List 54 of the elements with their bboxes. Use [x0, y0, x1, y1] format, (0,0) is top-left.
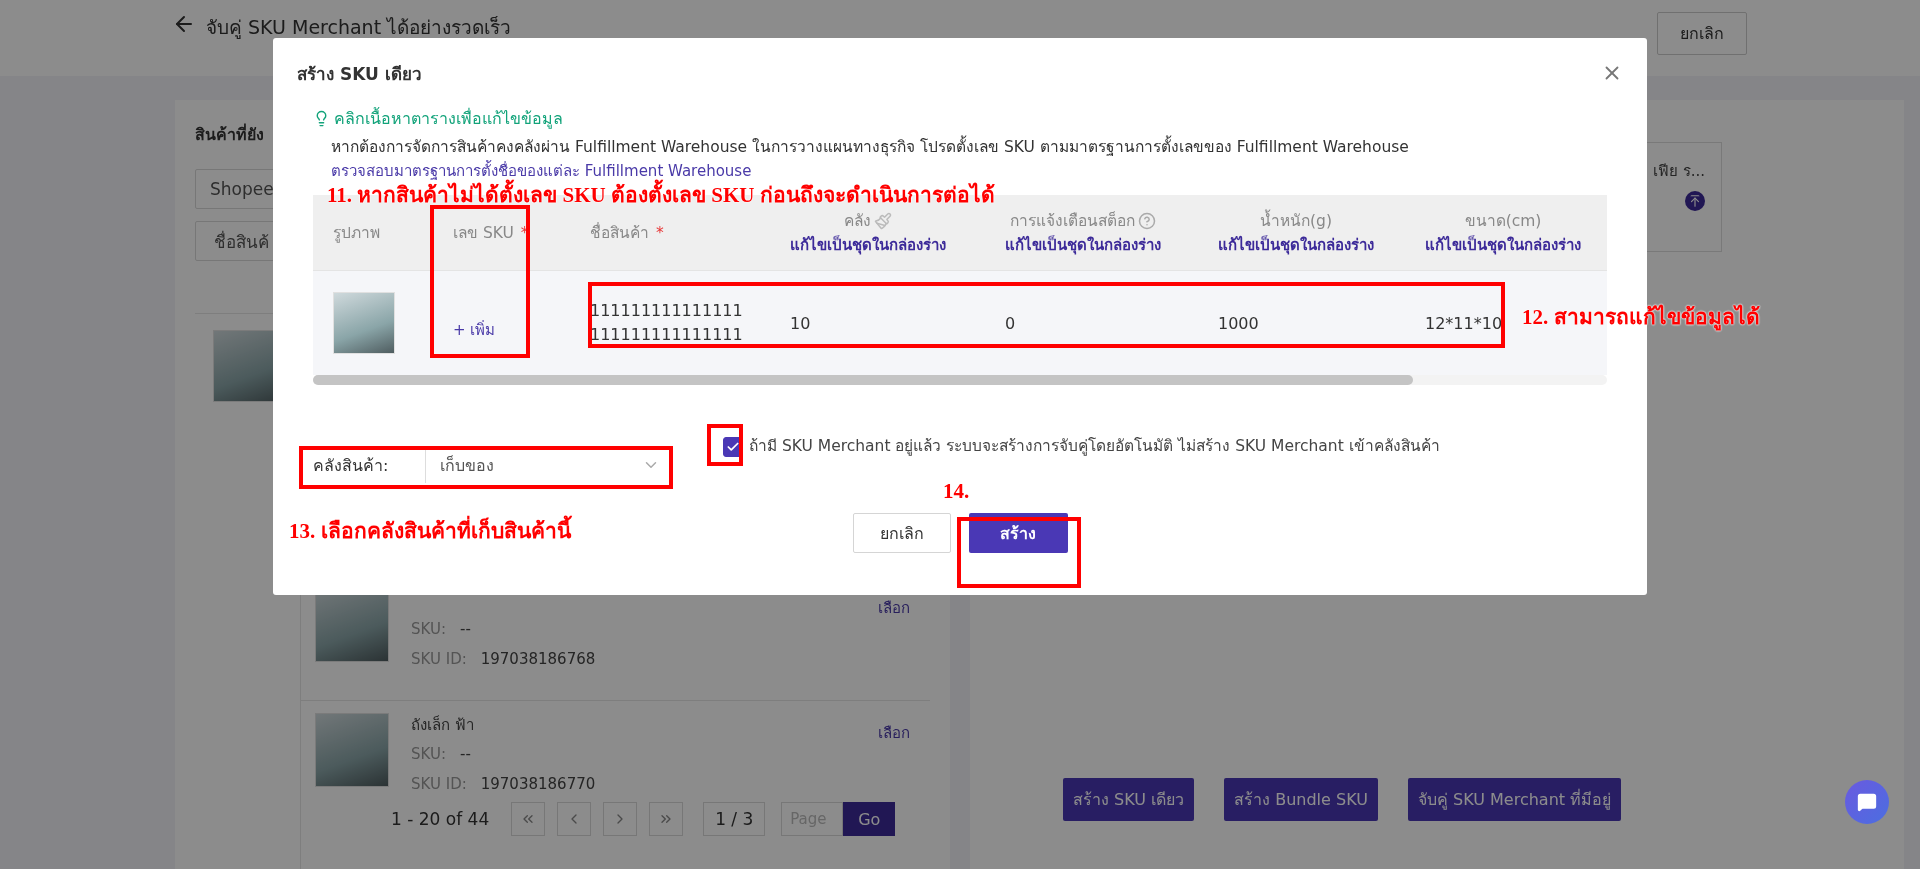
table-cell[interactable]: 0 — [1005, 313, 1016, 333]
table-cell[interactable]: 1000 — [1218, 313, 1259, 333]
photo-placeholder — [333, 292, 395, 354]
page-range: 1 - 20 of 44 — [391, 809, 490, 829]
sku-text: SKU: -- — [411, 620, 472, 638]
first-page-button[interactable] — [511, 802, 546, 836]
column-header: รูปภาพ — [333, 223, 380, 245]
last-page-button[interactable] — [649, 802, 684, 836]
action-button[interactable]: จับคู่ SKU Merchant ที่มีอยู่ — [1407, 778, 1622, 821]
column-header: คลัง — [844, 211, 871, 232]
column-header: น้ำหนัก(g) — [1260, 208, 1332, 233]
batch-edit-link[interactable]: แก้ไขเป็นชุดในกล่องร่าง — [790, 233, 946, 257]
sku-id-text: SKU ID: 197038186770 — [411, 775, 597, 793]
panel-heading: สินค้าที่ยัง — [195, 122, 264, 146]
page-indicator: 1 / 3 — [703, 802, 766, 836]
product-name: ถังเล็ก ฟ้า — [411, 714, 475, 733]
warehouse-label: คลังสินค้า: — [313, 454, 390, 477]
check-icon — [726, 440, 740, 454]
highlight-frame — [707, 424, 743, 466]
prev-page-button[interactable] — [557, 802, 592, 836]
column-header: เลข SKU — [453, 223, 514, 244]
checkbox-label: ถ้ามี SKU Merchant อยู่แล้ว ระบบจะสร้างการจับคู่โดยอัตโนมัติ ไม่สร้าง SKU Merchant เข้าคลังสินค้า — [749, 436, 1440, 458]
sku-id-text: SKU ID: 197038186768 — [411, 650, 597, 668]
select-link[interactable]: เลือก — [878, 596, 910, 620]
batch-edit-link[interactable]: แก้ไขเป็นชุดในกล่องร่าง — [1005, 233, 1161, 257]
cancel-button[interactable]: ยกเลิก — [1657, 12, 1747, 55]
chat-icon — [1857, 792, 1877, 812]
add-sku-link[interactable]: + เพิ่ม — [453, 318, 496, 342]
annotation-text: 14. — [943, 479, 970, 504]
select-link[interactable]: เลือก — [878, 721, 910, 745]
required-mark: * — [656, 223, 664, 242]
table-cell[interactable]: 10 — [790, 313, 811, 333]
upload-icon[interactable] — [1685, 191, 1705, 211]
column-header: การแจ้งเตือนสต็อก — [1010, 210, 1135, 232]
action-button[interactable]: สร้าง Bundle SKU — [1224, 778, 1378, 821]
card-text: เฟีย ร... — [1652, 161, 1705, 182]
page-title: จับคู่ SKU Merchant ได้อย่างรวดเร็ว — [206, 15, 513, 41]
table-cell[interactable]: 12*11*10 — [1425, 313, 1503, 333]
create-button[interactable]: สร้าง — [968, 513, 1068, 553]
scrollbar[interactable] — [313, 375, 1607, 385]
next-page-button[interactable] — [603, 802, 638, 836]
dialog-title: สร้าง SKU เดียว — [297, 62, 423, 86]
brush-icon[interactable] — [874, 211, 892, 230]
action-button[interactable]: สร้าง SKU เดียว — [1063, 778, 1195, 821]
column-header: ขนาด(cm) — [1464, 211, 1542, 232]
sku-text: SKU: -- — [411, 745, 472, 763]
cancel-button[interactable]: ยกเลิก — [852, 513, 951, 553]
go-button[interactable]: Go — [843, 802, 896, 836]
batch-edit-link[interactable]: แก้ไขเป็นชุดในกล่องร่าง — [1425, 233, 1581, 257]
column-header: ชื่อสินค้า — [590, 221, 649, 244]
help-icon[interactable] — [1138, 211, 1156, 230]
annotation-text: 13. เลือกคลังสินค้าที่เก็บสินค้านี้ — [289, 514, 571, 547]
batch-edit-link[interactable]: แก้ไขเป็นชุดในกล่องร่าง — [1218, 233, 1374, 257]
hint-text: คลิกเนื้อหาตารางเพื่อแก้ไขข้อมูล — [334, 106, 563, 131]
